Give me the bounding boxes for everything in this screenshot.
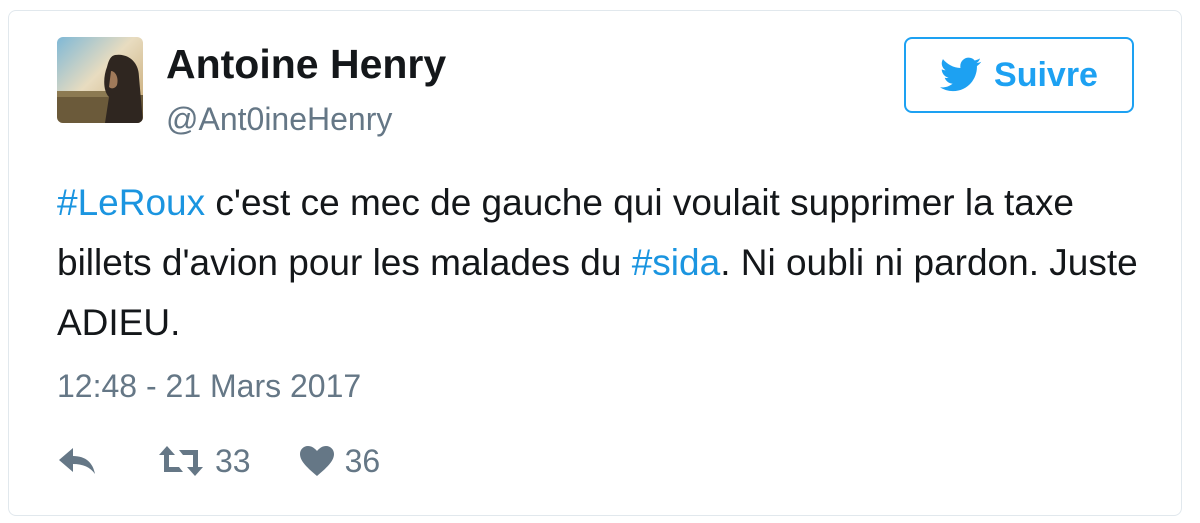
retweet-button[interactable]: 33 xyxy=(157,443,251,480)
tweet-card: Antoine Henry @Ant0ineHenry Suivre #LeRo… xyxy=(8,10,1182,516)
tweet-text: #LeRoux c'est ce mec de gauche qui voula… xyxy=(57,173,1167,353)
follow-button-label: Suivre xyxy=(994,55,1098,94)
tweet-actions: 33 36 xyxy=(57,441,380,481)
reply-icon xyxy=(59,448,95,474)
profile-photo-icon xyxy=(57,37,143,123)
author-name[interactable]: Antoine Henry xyxy=(166,41,446,88)
author-handle[interactable]: @Ant0ineHenry xyxy=(166,101,392,138)
twitter-bird-icon xyxy=(940,57,982,92)
follow-button[interactable]: Suivre xyxy=(904,37,1134,113)
avatar[interactable] xyxy=(57,37,143,123)
like-button[interactable]: 36 xyxy=(299,442,381,480)
reply-button[interactable] xyxy=(57,446,97,476)
hashtag-link[interactable]: #LeRoux xyxy=(57,182,205,223)
tweet-timestamp[interactable]: 12:48 - 21 Mars 2017 xyxy=(57,368,361,405)
retweet-count: 33 xyxy=(215,442,251,479)
hashtag-link[interactable]: #sida xyxy=(632,242,720,283)
like-count: 36 xyxy=(344,442,381,479)
retweet-icon xyxy=(159,446,203,476)
heart-icon xyxy=(299,446,334,476)
